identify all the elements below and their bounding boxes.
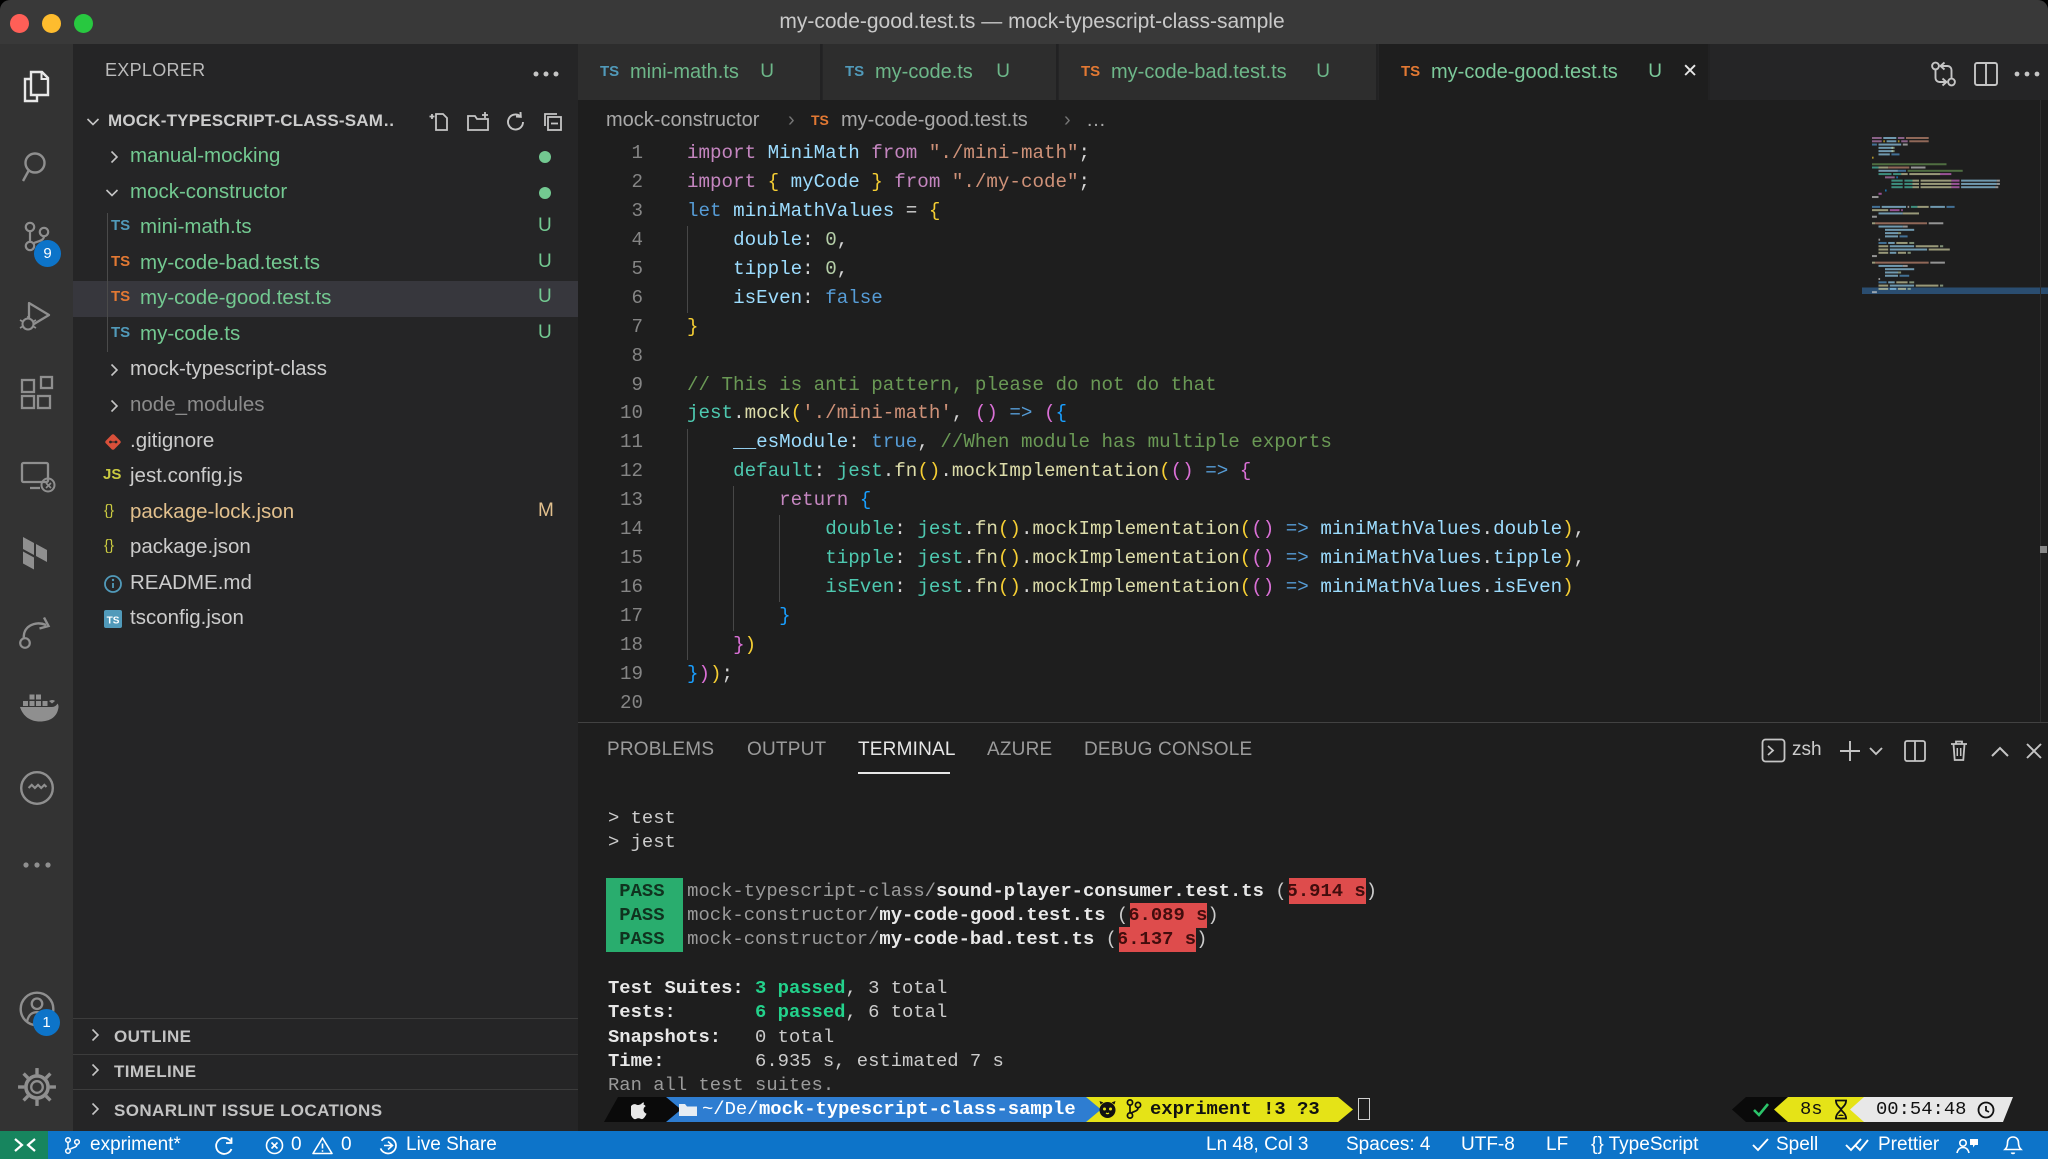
svg-text:TS: TS bbox=[107, 616, 120, 627]
